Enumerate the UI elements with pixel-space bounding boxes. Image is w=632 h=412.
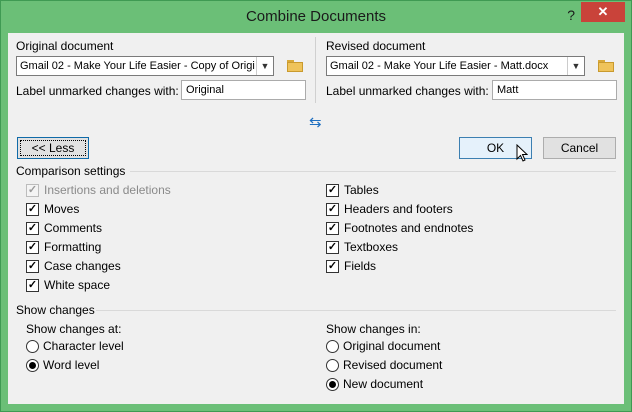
revised-document-value: Gmail 02 - Make Your Life Easier - Matt.… (330, 60, 549, 72)
revised-document-radio[interactable] (326, 359, 339, 372)
cancel-button[interactable]: Cancel (543, 137, 616, 159)
original-unmarked-input[interactable]: Original (181, 80, 306, 100)
insertions-and-deletions-checkbox: ✓ (26, 184, 39, 197)
case-changes-checkbox[interactable]: ✓ (26, 260, 39, 273)
title-bar[interactable]: Combine Documents ? ✕ (1, 1, 631, 33)
case-changes-label: Case changes (44, 259, 121, 273)
original-document-radio[interactable] (326, 340, 339, 353)
moves-label: Moves (44, 202, 80, 216)
footnotes-and-endnotes-checkbox[interactable]: ✓ (326, 222, 339, 235)
dialog-title: Combine Documents (245, 8, 387, 25)
divider (96, 310, 616, 311)
comparison-settings-heading: Comparison settings (16, 164, 126, 178)
show-changes-in-label: Show changes in: (326, 322, 421, 336)
revised-document-label: Revised document (326, 39, 426, 53)
dialog-body: Original document Gmail 02 - Make Your L… (8, 33, 624, 404)
folder-icon[interactable] (287, 60, 303, 72)
footnotes-and-endnotes-label: Footnotes and endnotes (344, 221, 474, 235)
comments-checkbox[interactable]: ✓ (26, 222, 39, 235)
white-space-checkbox[interactable]: ✓ (26, 279, 39, 292)
moves-checkbox[interactable]: ✓ (26, 203, 39, 216)
show-changes-at-label: Show changes at: (26, 322, 122, 336)
revised-unmarked-label: Label unmarked changes with: (326, 84, 489, 98)
comments-label: Comments (44, 221, 103, 235)
original-unmarked-label: Label unmarked changes with: (16, 84, 179, 98)
headers-and-footers-label: Headers and footers (344, 202, 453, 216)
mouse-cursor-icon (516, 144, 528, 162)
divider (315, 37, 316, 103)
new-document-radio[interactable] (326, 378, 339, 391)
character-level-radio[interactable] (26, 340, 39, 353)
close-button[interactable]: ✕ (581, 2, 625, 22)
help-button[interactable]: ? (567, 7, 575, 23)
revised-document-combo[interactable]: Gmail 02 - Make Your Life Easier - Matt.… (326, 56, 585, 76)
textboxes-label: Textboxes (344, 240, 399, 254)
insertions-and-deletions-label: Insertions and deletions (44, 183, 171, 197)
less-button[interactable]: << Less (17, 137, 89, 159)
fields-label: Fields (344, 259, 377, 273)
revised-document-label: Revised document (343, 358, 443, 372)
textboxes-checkbox[interactable]: ✓ (326, 241, 339, 254)
folder-icon[interactable] (598, 60, 614, 72)
original-document-combo[interactable]: Gmail 02 - Make Your Life Easier - Copy … (16, 56, 274, 76)
tables-checkbox[interactable]: ✓ (326, 184, 339, 197)
word-level-radio[interactable] (26, 359, 39, 372)
combine-documents-dialog: Combine Documents ? ✕ Original document … (0, 0, 632, 412)
original-document-value: Gmail 02 - Make Your Life Easier - Copy … (20, 60, 255, 72)
formatting-checkbox[interactable]: ✓ (26, 241, 39, 254)
divider (130, 171, 616, 172)
new-document-label: New document (343, 377, 424, 391)
original-document-label: Original document (16, 39, 114, 53)
show-changes-heading: Show changes (16, 303, 95, 317)
fields-checkbox[interactable]: ✓ (326, 260, 339, 273)
tables-label: Tables (344, 183, 379, 197)
chevron-down-icon[interactable]: ▼ (256, 57, 273, 75)
original-document-label: Original document (343, 339, 441, 353)
revised-unmarked-input[interactable]: Matt (492, 80, 617, 100)
swap-arrows-icon[interactable]: ⇆ (309, 113, 322, 131)
word-level-label: Word level (43, 358, 100, 372)
headers-and-footers-checkbox[interactable]: ✓ (326, 203, 339, 216)
formatting-label: Formatting (44, 240, 102, 254)
character-level-label: Character level (43, 339, 124, 353)
white-space-label: White space (44, 278, 111, 292)
chevron-down-icon[interactable]: ▼ (567, 57, 584, 75)
